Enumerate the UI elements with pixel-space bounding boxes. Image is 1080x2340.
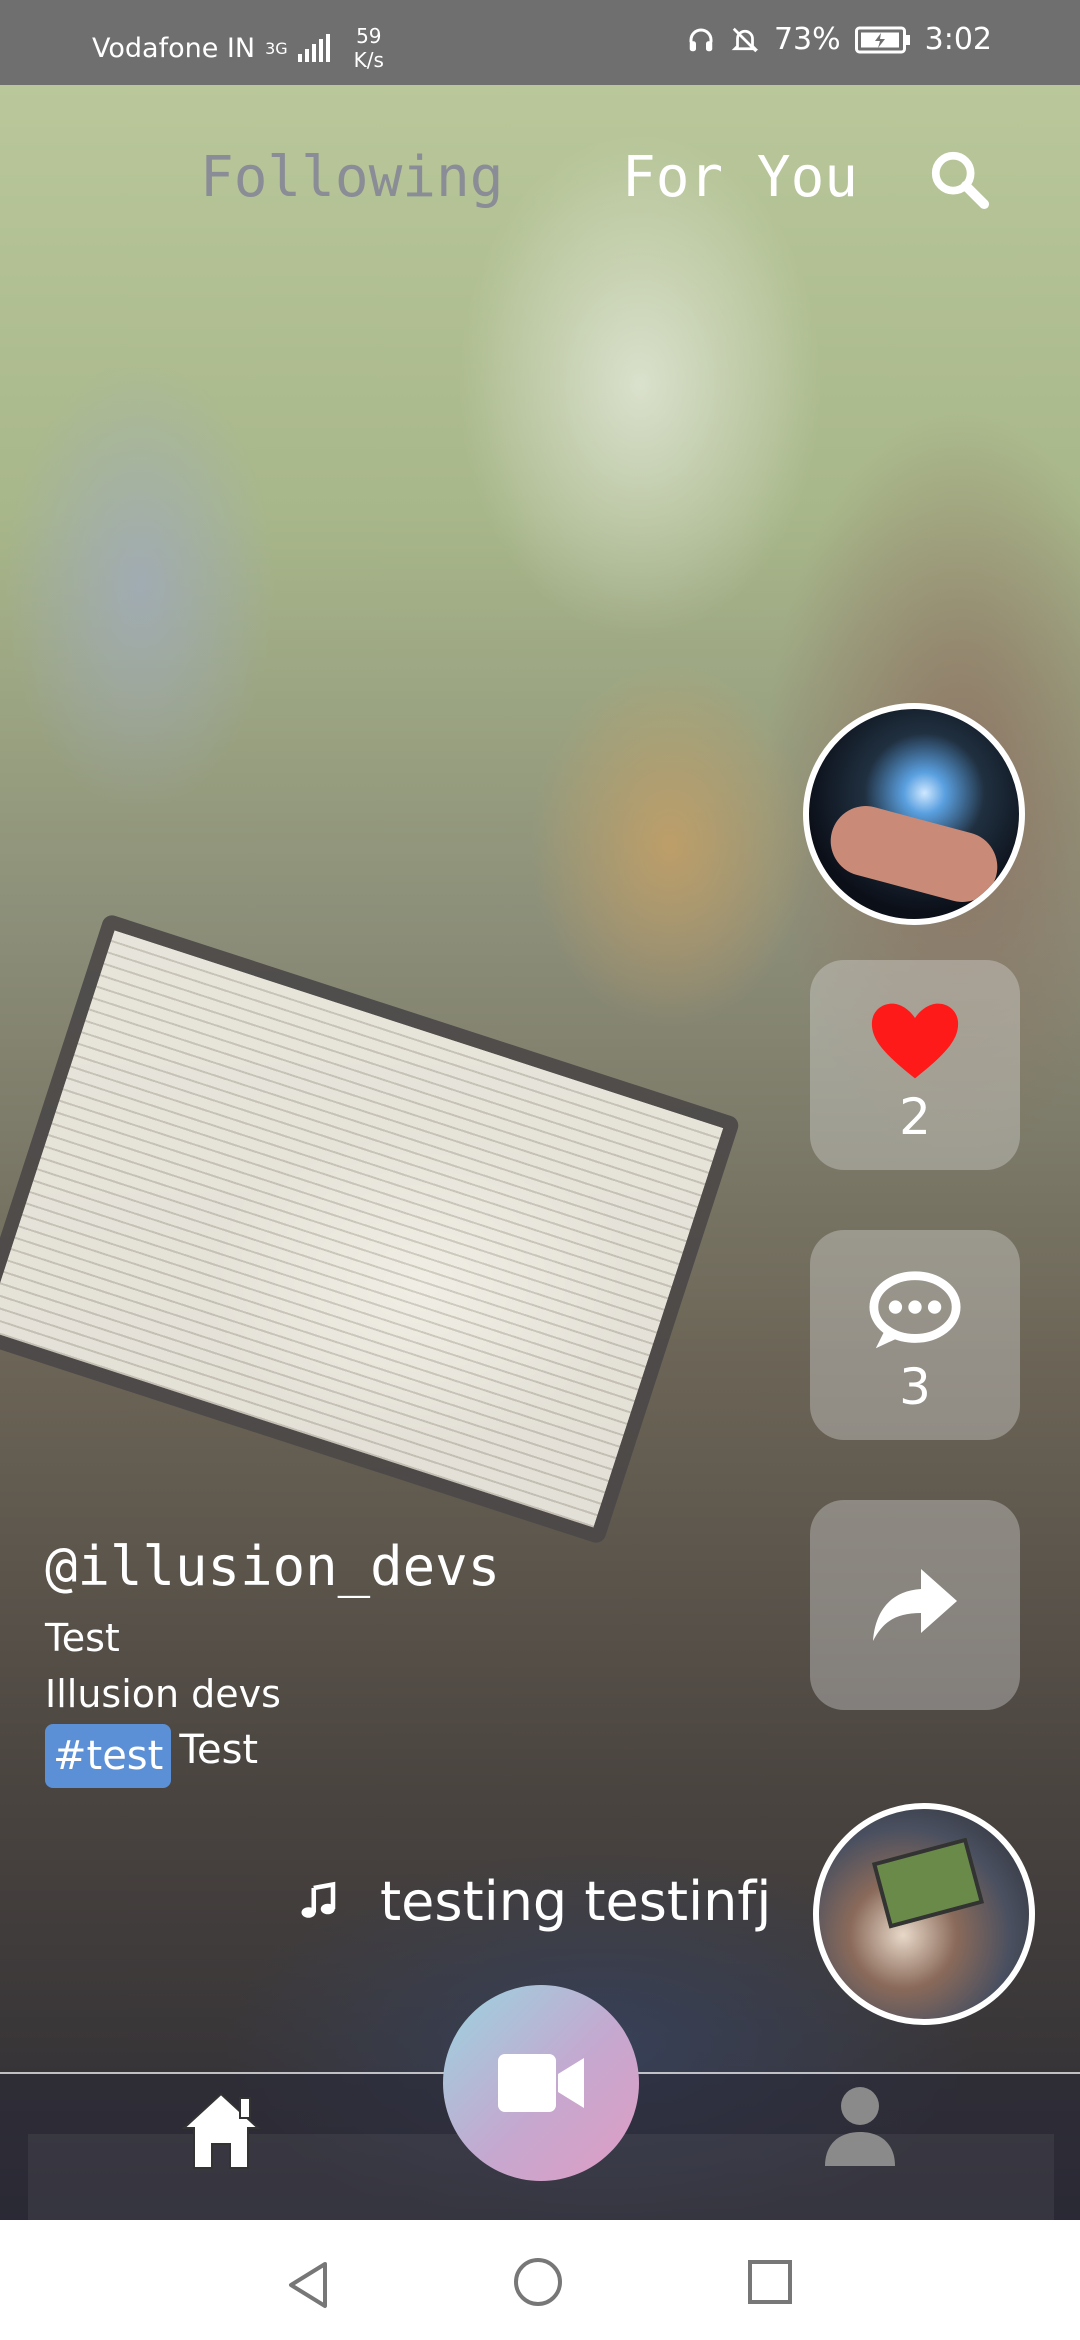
net-speed-value: 59 <box>356 24 382 48</box>
comment-button[interactable]: 3 <box>810 1230 1020 1440</box>
recents-icon[interactable] <box>748 2260 792 2304</box>
share-button[interactable] <box>810 1500 1020 1710</box>
video-camera-icon <box>498 2054 584 2112</box>
tab-following[interactable]: Following <box>200 145 503 210</box>
record-video-button[interactable] <box>443 1985 639 2181</box>
profile-icon[interactable] <box>823 2086 897 2166</box>
battery-icon <box>854 26 910 53</box>
description-line-2: Illusion devs <box>45 1672 281 1716</box>
video-caption: @illusion_devs Test Illusion devs #test … <box>45 1535 500 1788</box>
status-left: Vodafone IN 3G 59 K/s <box>92 24 384 72</box>
search-icon[interactable] <box>928 148 990 210</box>
carrier-name: Vodafone IN <box>92 32 256 64</box>
music-note-icon <box>301 1881 336 1918</box>
bell-off-icon <box>731 27 759 52</box>
home-circle-icon[interactable] <box>514 2258 562 2306</box>
comment-count: 3 <box>899 1358 931 1416</box>
net-speed: 59 K/s <box>354 24 384 72</box>
net-speed-unit: K/s <box>353 48 384 72</box>
avatar-image <box>822 798 1006 910</box>
tab-for-you[interactable]: For You <box>622 145 858 210</box>
creator-username[interactable]: @illusion_devs <box>45 1535 500 1598</box>
system-nav-bar <box>0 2220 1080 2340</box>
music-info[interactable]: testing testinfj <box>298 1870 771 1933</box>
signal-icon <box>297 34 330 62</box>
description-line-1: Test <box>45 1616 120 1660</box>
video-frame-book <box>0 912 741 1546</box>
network-type: 3G <box>265 38 288 58</box>
hashtag-suffix: Test <box>179 1727 259 1773</box>
status-right: 73% 3:02 <box>686 22 992 57</box>
music-disc[interactable] <box>813 1803 1035 2025</box>
hashtag-chip[interactable]: #test <box>45 1724 172 1788</box>
like-button[interactable]: 2 <box>810 960 1020 1170</box>
heart-icon <box>871 1003 959 1079</box>
home-icon[interactable] <box>178 2088 264 2174</box>
like-count: 2 <box>899 1088 931 1146</box>
feed-tabs: Following For You <box>0 145 1080 225</box>
creator-avatar[interactable] <box>803 703 1025 925</box>
battery-percent: 73% <box>773 22 841 57</box>
music-title: testing testinfj <box>380 1870 772 1933</box>
clock: 3:02 <box>924 22 992 57</box>
back-icon[interactable] <box>285 2260 331 2310</box>
status-bar: Vodafone IN 3G 59 K/s 73% 3:02 <box>0 0 1080 85</box>
comment-icon <box>869 1271 961 1349</box>
hashtag-row: #test Test <box>45 1724 500 1788</box>
disc-cover-image <box>871 1837 985 1929</box>
share-icon <box>873 1569 957 1641</box>
headphones-icon <box>689 28 713 51</box>
